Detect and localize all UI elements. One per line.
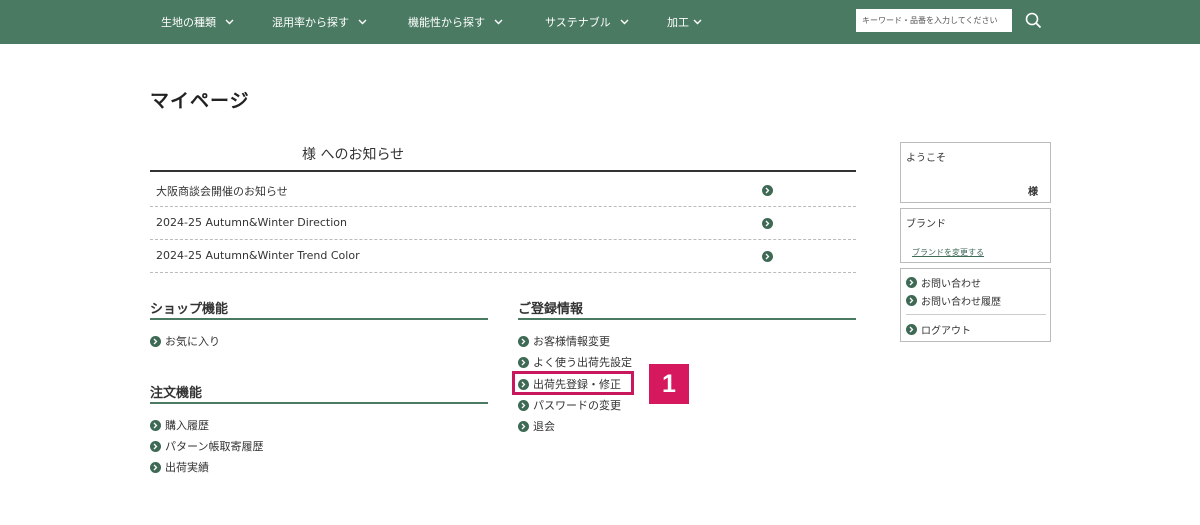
- shop-section-title: ショップ機能: [150, 302, 229, 317]
- welcome-suffix: 様: [1028, 187, 1038, 198]
- order-section-title: 注文機能: [150, 386, 203, 401]
- notice-item[interactable]: 大阪商談会開催のお知らせ: [150, 174, 856, 207]
- nav-item-fabric-type[interactable]: 生地の種類: [161, 0, 234, 44]
- link-contact[interactable]: お問い合わせ: [906, 275, 981, 290]
- chevron-right-circle-icon: [518, 356, 529, 368]
- shop-section-divider: [150, 318, 488, 320]
- notice-item-text: 大阪商談会開催のお知らせ: [156, 185, 288, 198]
- chevron-down-icon: [620, 19, 629, 25]
- chevron-right-circle-icon: [762, 251, 773, 262]
- chevron-right-circle-icon: [906, 277, 917, 288]
- nav-item-label: 混用率から探す: [272, 16, 349, 29]
- chevron-right-circle-icon: [906, 324, 917, 335]
- notice-item-text: 2024-25 Autumn&Winter Direction: [156, 216, 347, 229]
- notice-item[interactable]: 2024-25 Autumn&Winter Trend Color: [150, 240, 856, 273]
- link-label: パターン帳取寄履歴: [165, 440, 264, 453]
- top-nav-bar: 生地の種類 混用率から探す 機能性から探す サステナブル 加工: [0, 0, 1200, 44]
- notice-item-text: 2024-25 Autumn&Winter Trend Color: [156, 249, 360, 262]
- sidebar-divider: [906, 314, 1046, 315]
- chevron-right-circle-icon: [518, 335, 529, 347]
- chevron-down-icon: [693, 19, 702, 25]
- link-frequent-shipping[interactable]: よく使う出荷先設定: [518, 354, 632, 370]
- link-shipment-record[interactable]: 出荷実績: [150, 459, 209, 475]
- link-purchase-history[interactable]: 購入履歴: [150, 417, 209, 433]
- link-contact-history[interactable]: お問い合わせ履歴: [906, 293, 1001, 308]
- link-label: お問い合わせ履歴: [921, 297, 1001, 308]
- brand-label: ブランド: [906, 219, 946, 230]
- link-label: お客様情報変更: [533, 335, 610, 348]
- chevron-right-circle-icon: [150, 335, 161, 347]
- welcome-box: ようこそ 様: [900, 142, 1051, 203]
- chevron-right-circle-icon: [762, 185, 773, 196]
- chevron-right-circle-icon: [518, 420, 529, 432]
- link-password-change[interactable]: パスワードの変更: [518, 397, 621, 413]
- link-label: お気に入り: [165, 335, 220, 348]
- nav-item-label: 加工: [667, 16, 689, 29]
- notice-item[interactable]: 2024-25 Autumn&Winter Direction: [150, 207, 856, 240]
- account-links-box: お問い合わせ お問い合わせ履歴 ログアウト: [900, 268, 1051, 342]
- notice-title: 様 へのお知らせ: [302, 147, 405, 163]
- notice-divider: [150, 170, 856, 172]
- order-section-divider: [150, 402, 488, 404]
- link-label: 退会: [533, 420, 555, 433]
- step-badge: 1: [649, 364, 689, 404]
- registration-section-title: ご登録情報: [518, 302, 584, 317]
- link-label: ログアウト: [921, 326, 971, 337]
- chevron-right-circle-icon: [906, 295, 917, 306]
- highlight-box: [512, 371, 634, 395]
- chevron-right-circle-icon: [762, 218, 773, 229]
- link-logout[interactable]: ログアウト: [906, 322, 971, 337]
- link-label: よく使う出荷先設定: [533, 356, 632, 369]
- nav-item-sustainable[interactable]: サステナブル: [545, 0, 629, 44]
- chevron-down-icon: [358, 19, 367, 25]
- nav-item-functionality[interactable]: 機能性から探す: [408, 0, 503, 44]
- link-pattern-book-history[interactable]: パターン帳取寄履歴: [150, 438, 263, 454]
- link-label: 出荷実績: [165, 461, 209, 474]
- chevron-down-icon: [494, 19, 503, 25]
- link-customer-info[interactable]: お客様情報変更: [518, 333, 610, 349]
- nav-item-processing[interactable]: 加工: [667, 0, 702, 44]
- nav-item-label: 生地の種類: [161, 16, 216, 29]
- welcome-label: ようこそ: [906, 153, 946, 164]
- link-favorites[interactable]: お気に入り: [150, 333, 220, 349]
- brand-change-link[interactable]: ブランドを変更する: [912, 247, 984, 258]
- nav-item-label: サステナブル: [545, 16, 611, 29]
- registration-section-divider: [518, 318, 856, 320]
- search-icon[interactable]: [1024, 11, 1044, 31]
- chevron-right-circle-icon: [150, 461, 161, 473]
- search-input[interactable]: [856, 9, 1012, 32]
- page-title: マイページ: [150, 90, 250, 112]
- brand-box: ブランド ブランドを変更する: [900, 208, 1051, 263]
- chevron-down-icon: [225, 19, 234, 25]
- link-label: パスワードの変更: [533, 399, 621, 412]
- chevron-right-circle-icon: [518, 399, 529, 411]
- chevron-right-circle-icon: [150, 419, 161, 431]
- nav-item-blend-ratio[interactable]: 混用率から探す: [272, 0, 367, 44]
- link-label: お問い合わせ: [921, 279, 981, 290]
- chevron-right-circle-icon: [150, 440, 161, 452]
- nav-item-label: 機能性から探す: [408, 16, 485, 29]
- link-label: 購入履歴: [165, 419, 209, 432]
- link-withdraw[interactable]: 退会: [518, 418, 555, 434]
